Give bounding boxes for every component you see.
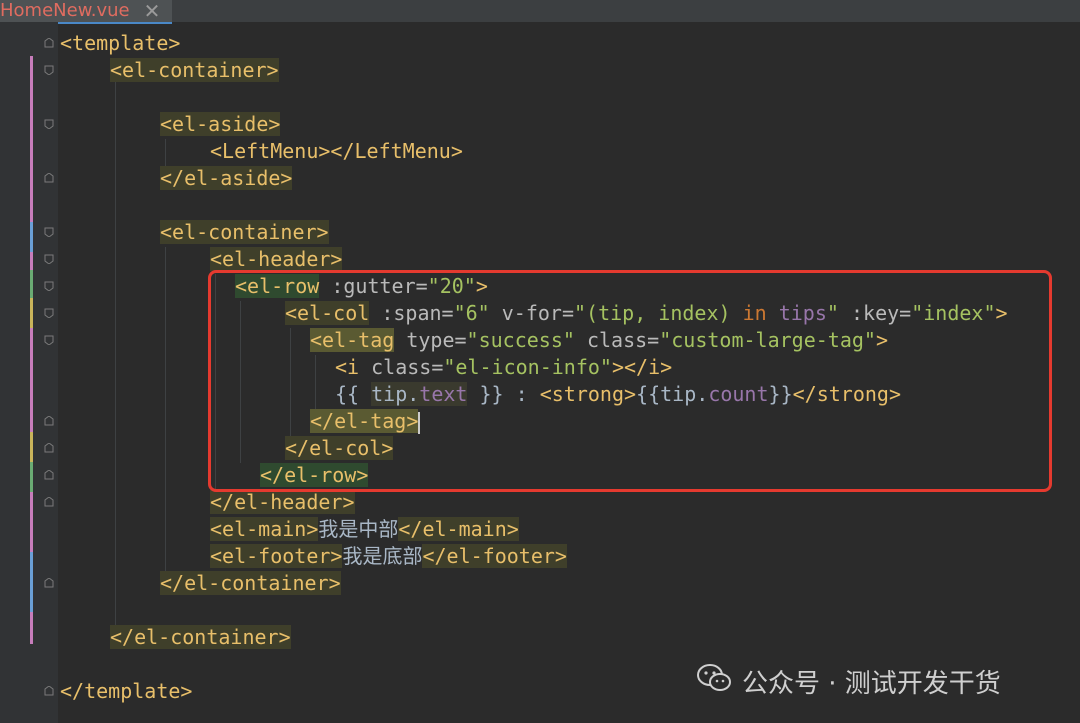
fold-icon[interactable] (44, 308, 54, 318)
fold-icon[interactable] (44, 173, 54, 183)
code-line-25: </template> (60, 678, 192, 705)
close-icon[interactable]: ✕ (144, 0, 161, 22)
file-tab[interactable]: HomeNew.vue ✕ (0, 0, 172, 24)
file-tab-label: HomeNew.vue (0, 0, 130, 21)
fold-icon[interactable] (44, 686, 54, 696)
fold-icon[interactable] (44, 119, 54, 129)
tag-el-main-close: </el-main> (398, 517, 519, 541)
indent-guide (115, 58, 116, 634)
fold-icon[interactable] (44, 578, 54, 588)
tag-el-container-open: <el-container> (160, 220, 329, 244)
tag-leftmenu-close: </LeftMenu> (330, 139, 463, 163)
tag-leftmenu-open: <LeftMenu> (210, 139, 331, 163)
tag-el-main-open: <el-main> (210, 517, 319, 541)
highlight-box (208, 270, 1052, 492)
indent-guide (165, 247, 166, 580)
code-line-5: <LeftMenu></LeftMenu> (210, 138, 463, 165)
tag-el-footer-close: </el-footer> (422, 544, 567, 568)
tag-el-footer-open: <el-footer> (210, 544, 343, 568)
tag-el-aside-open: <el-aside> (160, 112, 281, 136)
fold-icon[interactable] (44, 335, 54, 345)
tag-el-header-open: <el-header> (210, 247, 343, 271)
fold-icon[interactable] (44, 497, 54, 507)
code-line-4: <el-aside> (160, 111, 281, 138)
code-line-2: <el-container> (110, 57, 279, 84)
tag-el-header-close: </el-header> (210, 490, 355, 514)
change-marker (30, 298, 33, 328)
fold-icon[interactable] (44, 443, 54, 453)
change-marker (30, 552, 33, 612)
change-marker (30, 222, 33, 252)
tag-el-container-open: <el-container> (110, 58, 279, 82)
wechat-icon (696, 663, 732, 700)
fold-icon[interactable] (44, 38, 54, 48)
change-marker (30, 432, 33, 462)
el-footer-text: 我是底部 (342, 544, 423, 568)
indent-guide (165, 139, 166, 166)
code-line-19: <el-main>我是中部</el-main> (210, 516, 519, 543)
tag-template-open: <template> (60, 31, 181, 55)
code-line-21: </el-container> (160, 570, 341, 597)
watermark: 公众号 · 测试开发干货 (696, 663, 1001, 700)
editor-tab-bar: HomeNew.vue ✕ (0, 0, 1080, 24)
code-line-1: <template> (60, 30, 180, 57)
el-main-text: 我是中部 (318, 517, 399, 541)
code-line-18: </el-header> (210, 489, 355, 516)
watermark-text: 公众号 · 测试开发干货 (742, 668, 1001, 699)
line-gutter (0, 22, 58, 723)
fold-icon[interactable] (44, 65, 54, 75)
tag-el-aside-close: </el-aside> (160, 166, 293, 190)
change-marker (30, 462, 33, 492)
fold-icon[interactable] (44, 470, 54, 480)
fold-icon[interactable] (44, 254, 54, 264)
tag-template-close: </template> (60, 679, 193, 703)
code-line-8: <el-container> (160, 219, 329, 246)
fold-icon[interactable] (44, 281, 54, 291)
code-line-9: <el-header> (210, 246, 343, 273)
tag-el-container-close: </el-container> (160, 571, 341, 595)
fold-icon[interactable] (44, 227, 54, 237)
code-line-20: <el-footer>我是底部</el-footer> (210, 543, 567, 570)
code-line-6: </el-aside> (160, 165, 293, 192)
change-marker (30, 270, 33, 300)
tag-el-container-close: </el-container> (110, 625, 291, 649)
fold-icon[interactable] (44, 416, 54, 426)
code-line-23: </el-container> (110, 624, 291, 651)
